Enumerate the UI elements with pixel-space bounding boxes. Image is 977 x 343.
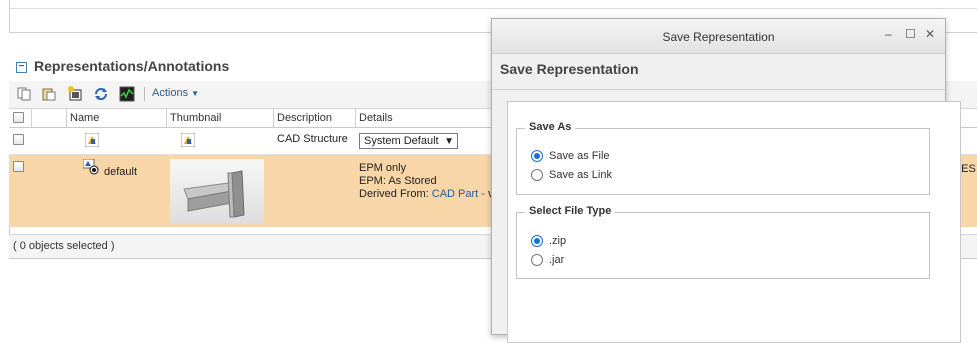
default-representation-icon	[82, 158, 99, 175]
derived-from-link[interactable]: CAD Part -	[432, 188, 488, 200]
column-header-description[interactable]: Description	[273, 109, 355, 127]
dialog-title-bar[interactable]: Save Representation – ☐ ✕	[492, 19, 945, 54]
radio-button[interactable]	[531, 235, 543, 247]
file-type-legend: Select File Type	[525, 205, 616, 217]
viewer-icon[interactable]	[118, 85, 136, 103]
row-description: CAD Structure	[277, 133, 348, 145]
part-thumbnail[interactable]	[170, 159, 264, 223]
radio-button[interactable]	[531, 169, 543, 181]
maximize-icon[interactable]: ☐	[905, 27, 916, 41]
row-details: EPM only EPM: As Stored Derived From: CA…	[359, 162, 493, 200]
row-name[interactable]: default	[104, 166, 137, 178]
minimize-icon[interactable]: –	[885, 27, 892, 41]
save-as-legend: Save As	[525, 121, 576, 133]
radio-button[interactable]	[531, 254, 543, 266]
dialog-body: Save As Save as File Save as Link Select…	[507, 101, 961, 343]
close-icon[interactable]: ✕	[925, 27, 935, 41]
thumbnail-structure-icon	[180, 132, 196, 148]
row-checkbox[interactable]	[13, 134, 24, 145]
paste-icon[interactable]	[40, 85, 58, 103]
column-header-thumbnail[interactable]: Thumbnail	[166, 109, 273, 127]
new-representation-icon[interactable]	[66, 85, 84, 103]
select-all-checkbox[interactable]	[13, 112, 24, 123]
actions-menu[interactable]: Actions ▼	[152, 87, 199, 99]
column-header-name[interactable]: Name	[66, 109, 166, 127]
row-checkbox[interactable]	[13, 161, 24, 172]
dialog-heading: Save Representation	[500, 61, 639, 77]
structure-icon	[84, 132, 100, 148]
refresh-icon[interactable]	[92, 85, 110, 103]
section-title: Representations/Annotations	[34, 58, 230, 74]
save-representation-dialog: Save Representation – ☐ ✕ Save Represent…	[491, 18, 961, 343]
save-as-fieldset: Save As Save as File Save as Link	[516, 121, 930, 195]
details-select[interactable]: System Default ▼	[359, 133, 458, 149]
collapse-section-button[interactable]: −	[16, 62, 27, 73]
file-type-fieldset: Select File Type .zip .jar	[516, 205, 930, 279]
copy-icon[interactable]	[15, 85, 33, 103]
radio-button[interactable]	[531, 150, 543, 162]
